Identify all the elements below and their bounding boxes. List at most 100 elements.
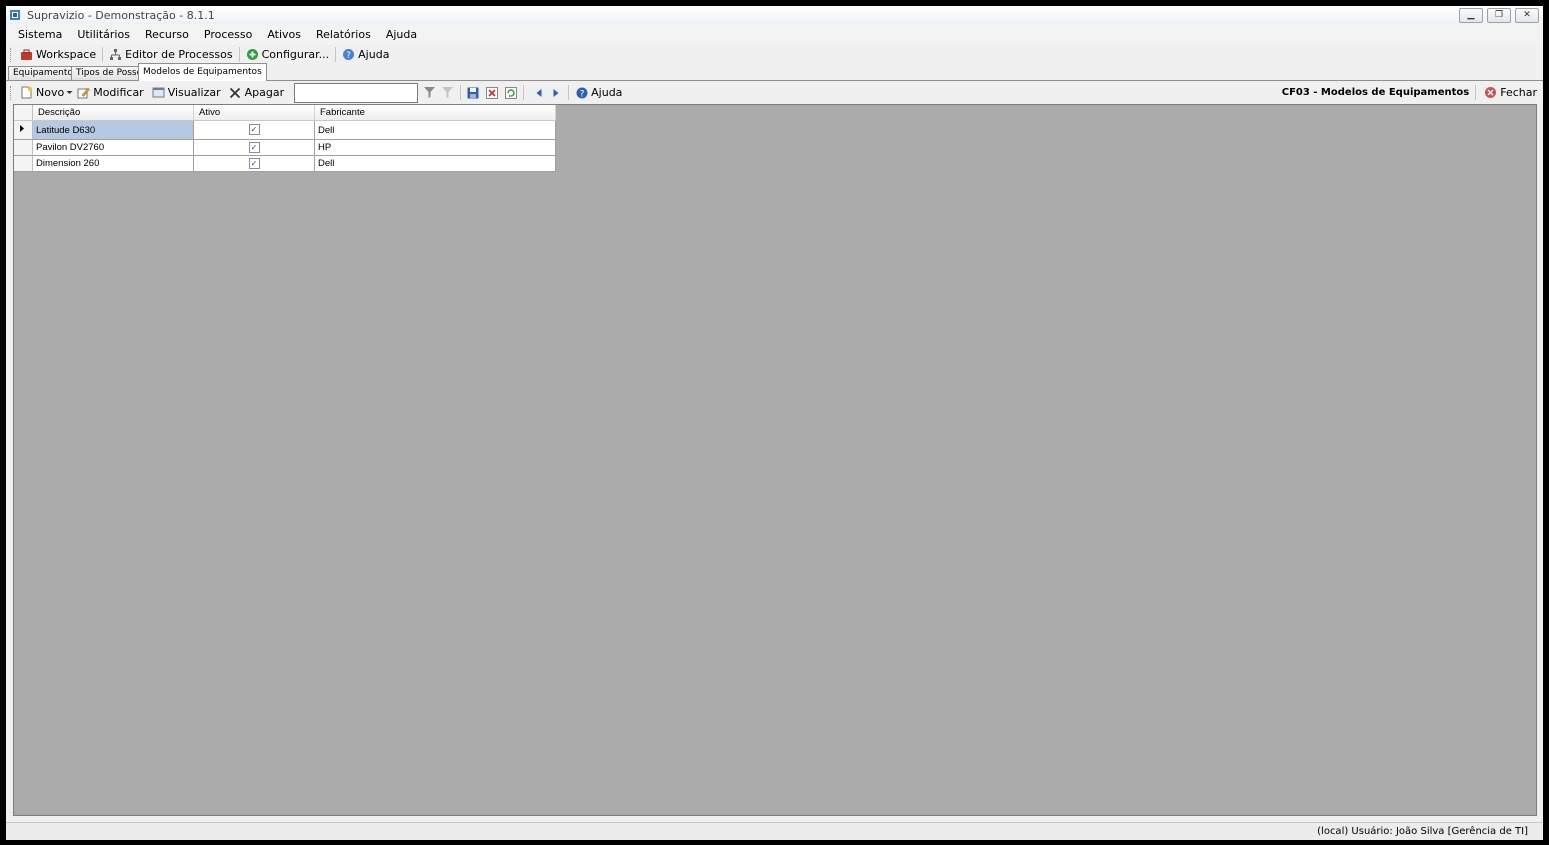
save-icon[interactable] — [466, 86, 479, 99]
grid-header-row: Descrição Ativo Fabricante — [14, 105, 556, 121]
workspace-icon — [20, 48, 33, 61]
workspace-label: Workspace — [36, 48, 97, 61]
models-grid: Descrição Ativo Fabricante Latitude D630… — [14, 105, 556, 172]
close-label: Fechar — [1500, 86, 1537, 99]
cell-descricao[interactable]: Dimension 260 — [32, 155, 194, 172]
cell-descricao[interactable]: Pavilon DV2760 — [32, 139, 194, 156]
table-row[interactable]: Pavilon DV2760 ✓ HP — [14, 139, 556, 156]
minimize-button[interactable]: ▁ — [1459, 8, 1483, 23]
toolbar-separator — [1475, 85, 1477, 100]
active-checkbox[interactable]: ✓ — [248, 124, 260, 136]
cell-fabricante[interactable]: Dell — [314, 120, 556, 140]
view-button[interactable]: Visualizar — [148, 83, 225, 102]
help-label: Ajuda — [358, 48, 390, 61]
delete-button[interactable]: Apagar — [225, 83, 289, 102]
configure-button[interactable]: Configurar... — [242, 45, 334, 64]
menu-recurso[interactable]: Recurso — [138, 28, 196, 41]
tab-modelos-de-equipamentos[interactable]: Modelos de Equipamentos — [138, 63, 267, 81]
tab-label: Modelos de Equipamentos — [143, 67, 262, 77]
configure-label: Configurar... — [261, 48, 330, 61]
screen-title: CF03 - Modelos de Equipamentos — [1281, 87, 1470, 98]
help-icon: ? — [342, 48, 355, 61]
filter-icon[interactable] — [423, 86, 436, 99]
new-document-icon — [20, 86, 33, 99]
next-arrow-icon[interactable] — [549, 86, 562, 99]
chevron-down-icon[interactable] — [65, 86, 73, 99]
cancel-icon[interactable] — [485, 86, 498, 99]
view-icon — [152, 86, 165, 99]
add-circle-icon — [246, 48, 259, 61]
toolbar-separator — [335, 47, 337, 62]
document-tabs: Equipamentos Tipos de Posse Modelos de E… — [6, 63, 1543, 81]
menu-utilitarios[interactable]: Utilitários — [70, 28, 137, 41]
table-row[interactable]: Latitude D630 ✓ Dell — [14, 120, 556, 140]
modify-button[interactable]: Modificar — [73, 83, 148, 102]
cell-ativo[interactable]: ✓ — [193, 155, 315, 172]
cell-ativo[interactable]: ✓ — [193, 120, 315, 140]
delete-x-icon — [229, 86, 242, 99]
toolbar-separator — [568, 85, 570, 100]
toolbar-grip[interactable] — [10, 47, 14, 62]
menu-relatorios[interactable]: Relatórios — [309, 28, 378, 41]
clear-filter-icon[interactable] — [441, 86, 454, 99]
active-checkbox[interactable]: ✓ — [248, 157, 260, 169]
process-editor-button[interactable]: Editor de Processos — [105, 45, 237, 64]
new-label: Novo — [36, 86, 65, 99]
action-help-label: Ajuda — [591, 86, 623, 99]
restore-button[interactable]: ❐ — [1487, 8, 1511, 23]
menu-ativos[interactable]: Ativos — [260, 28, 308, 41]
menu-processo[interactable]: Processo — [197, 28, 259, 41]
tab-label: Equipamentos — [13, 68, 78, 78]
refresh-icon[interactable] — [504, 86, 517, 99]
cell-descricao[interactable]: Latitude D630 — [32, 120, 194, 140]
active-checkbox[interactable]: ✓ — [248, 141, 260, 153]
row-selector[interactable] — [14, 139, 33, 156]
svg-text:?: ? — [346, 51, 351, 61]
table-row[interactable]: Dimension 260 ✓ Dell — [14, 155, 556, 172]
close-button[interactable]: Fechar — [1482, 83, 1537, 102]
column-header-fabricante[interactable]: Fabricante — [314, 105, 556, 121]
view-label: Visualizar — [167, 86, 221, 99]
grid-area: Descrição Ativo Fabricante Latitude D630… — [13, 104, 1537, 816]
title-bar: Supravizio - Demonstração - 8.1.1 ▁ ❐ ✕ — [6, 6, 1543, 24]
tab-label: Tipos de Posse — [76, 68, 143, 78]
cell-fabricante[interactable]: HP — [314, 139, 556, 156]
row-selector[interactable] — [14, 120, 33, 140]
window-controls: ▁ ❐ ✕ — [1459, 8, 1539, 23]
close-icon — [1484, 86, 1497, 99]
search-input[interactable] — [294, 82, 419, 103]
modify-label: Modificar — [93, 86, 144, 99]
process-editor-label: Editor de Processos — [125, 48, 233, 61]
new-button[interactable]: Novo — [16, 83, 65, 102]
cell-fabricante[interactable]: Dell — [314, 155, 556, 172]
delete-label: Apagar — [244, 86, 285, 99]
app-icon — [9, 9, 21, 21]
toolbar-separator — [102, 47, 104, 62]
row-selector[interactable] — [14, 155, 33, 172]
toolbar-separator — [238, 47, 240, 62]
toolbar-grip[interactable] — [10, 85, 14, 100]
menu-bar: Sistema Utilitários Recurso Processo Ati… — [6, 24, 1543, 44]
main-toolbar: Workspace Editor de Processos Configurar… — [6, 44, 1543, 65]
menu-ajuda[interactable]: Ajuda — [379, 28, 424, 41]
workspace-button[interactable]: Workspace — [16, 45, 100, 64]
help-button[interactable]: ? Ajuda — [338, 45, 393, 64]
column-header-ativo[interactable]: Ativo — [193, 105, 315, 121]
row-header-corner — [14, 105, 33, 121]
column-header-descricao[interactable]: Descrição — [32, 105, 194, 121]
status-text: (local) Usuário: João Silva [Gerência de… — [1317, 826, 1528, 837]
app-window: Supravizio - Demonstração - 8.1.1 ▁ ❐ ✕ … — [6, 6, 1543, 840]
right-toolbar: CF03 - Modelos de Equipamentos Fechar — [1282, 81, 1537, 104]
help-icon: ? — [575, 86, 588, 99]
cell-ativo[interactable]: ✓ — [193, 139, 315, 156]
edit-icon — [77, 86, 91, 99]
current-row-arrow-icon — [20, 125, 24, 132]
action-help-button[interactable]: ? Ajuda — [571, 83, 626, 102]
close-window-button[interactable]: ✕ — [1515, 8, 1539, 23]
toolbar-separator — [523, 85, 525, 100]
action-toolbar: Novo Modificar Visualizar Apagar ? Ajuda… — [6, 81, 1543, 104]
tab-tipos-de-posse[interactable]: Tipos de Posse — [71, 66, 148, 80]
previous-arrow-icon[interactable] — [532, 86, 545, 99]
window-title: Supravizio - Demonstração - 8.1.1 — [27, 8, 215, 22]
menu-sistema[interactable]: Sistema — [11, 28, 69, 41]
